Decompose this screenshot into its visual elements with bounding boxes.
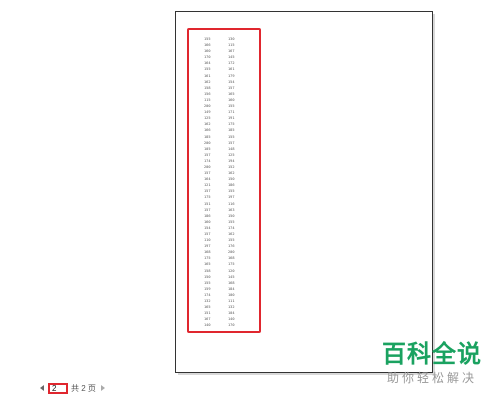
print-preview-viewport: 155 130 166 115 160 167 170 145 164 172 155 161 161 1… <box>0 0 500 400</box>
page-total-label: 共 2 页 <box>71 383 96 393</box>
data-highlight-box <box>187 28 261 333</box>
page-shadow <box>433 14 435 375</box>
prev-page-icon[interactable] <box>40 385 44 391</box>
watermark-subtitle: 助你轻松解决 <box>386 371 477 385</box>
page-number-input[interactable] <box>48 382 68 394</box>
watermark-title: 百科全说 <box>382 340 482 368</box>
watermark-logo: 百科全说 助你轻松解决 <box>376 340 488 386</box>
page-navigator: 共 2 页 <box>40 381 105 395</box>
next-page-icon[interactable] <box>100 385 105 391</box>
